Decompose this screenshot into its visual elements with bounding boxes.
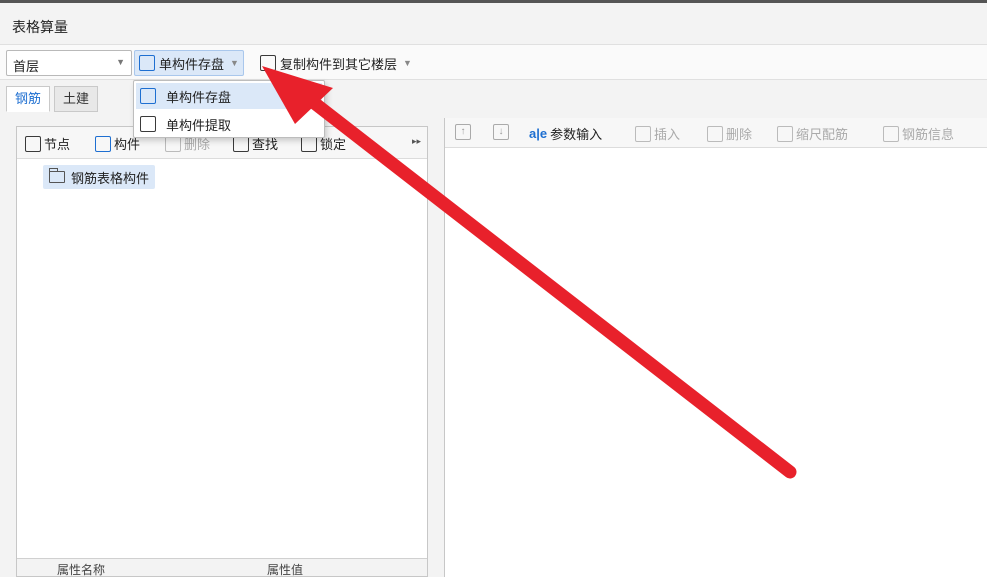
param-input-icon: a|e bbox=[529, 126, 548, 141]
save-single-component-button[interactable]: 单构件存盘 ▼ bbox=[134, 50, 244, 76]
copy-component-to-floor-button[interactable]: 复制构件到其它楼层 ▼ bbox=[256, 50, 416, 76]
title-bar: 表格算量 bbox=[0, 0, 987, 42]
tab-rebar[interactable]: 钢筋 bbox=[6, 86, 51, 112]
rebar-info-icon bbox=[883, 125, 899, 142]
folder-icon bbox=[49, 168, 65, 183]
save-component-icon bbox=[139, 55, 155, 71]
floor-select[interactable]: 首层 ▼ bbox=[6, 50, 132, 76]
property-name-header: 属性名称 bbox=[57, 563, 106, 577]
insert-icon bbox=[635, 125, 651, 142]
rebar-detail-panel: ↑ ↓ a|e 参数输入 插入 删除 缩尺配筋 钢筋信息 bbox=[444, 118, 987, 577]
rebar-info-label: 钢筋信息 bbox=[902, 127, 955, 142]
add-component-icon bbox=[95, 135, 111, 152]
menu-item-save-single-label: 单构件存盘 bbox=[166, 89, 232, 105]
window-title: 表格算量 bbox=[12, 19, 68, 35]
move-up-button[interactable]: ↑ bbox=[455, 124, 471, 140]
scale-rebar-label: 缩尺配筋 bbox=[796, 127, 849, 142]
detail-toolbar: ↑ ↓ a|e 参数输入 插入 删除 缩尺配筋 钢筋信息 bbox=[445, 118, 987, 148]
add-node-icon bbox=[25, 135, 41, 152]
chevron-down-icon[interactable]: ▼ bbox=[230, 58, 239, 68]
delete-row-button[interactable]: 删除 bbox=[707, 124, 752, 143]
property-header: 属性名称 属性值 bbox=[17, 558, 427, 577]
move-down-button[interactable]: ↓ bbox=[493, 124, 509, 140]
param-input-button[interactable]: a|e 参数输入 bbox=[529, 124, 602, 143]
menu-item-extract-single-label: 单构件提取 bbox=[166, 117, 232, 133]
trash-icon bbox=[707, 125, 723, 142]
add-node-label: 节点 bbox=[44, 137, 71, 152]
tab-civil[interactable]: 土建 bbox=[54, 86, 99, 112]
rebar-info-button[interactable]: 钢筋信息 bbox=[883, 124, 954, 143]
floor-select-value: 首层 bbox=[13, 59, 40, 74]
arrow-up-icon: ↑ bbox=[455, 124, 471, 140]
copy-component-to-floor-label: 复制构件到其它楼层 bbox=[280, 56, 398, 72]
tree-item[interactable]: 钢筋表格构件 bbox=[43, 165, 156, 189]
property-value-header: 属性值 bbox=[267, 563, 304, 577]
more-icon[interactable]: ▸▸ bbox=[412, 136, 421, 147]
main-toolbar: 首层 ▼ 单构件存盘 ▼ 复制构件到其它楼层 ▼ bbox=[0, 44, 987, 80]
insert-button[interactable]: 插入 bbox=[635, 124, 680, 143]
menu-item-save-single[interactable]: 单构件存盘 bbox=[136, 83, 322, 109]
delete-row-label: 删除 bbox=[726, 127, 753, 142]
chevron-down-icon[interactable]: ▼ bbox=[403, 58, 412, 68]
save-dropdown-menu: 单构件存盘 单构件提取 bbox=[133, 80, 325, 138]
save-component-icon bbox=[140, 88, 156, 104]
scale-rebar-icon bbox=[777, 125, 793, 142]
insert-label: 插入 bbox=[654, 127, 681, 142]
arrow-down-icon: ↓ bbox=[493, 124, 509, 140]
copy-component-icon bbox=[260, 55, 276, 71]
extract-component-icon bbox=[140, 116, 156, 132]
tree-item-label: 钢筋表格构件 bbox=[71, 170, 150, 186]
chevron-down-icon: ▼ bbox=[116, 57, 125, 67]
menu-item-extract-single[interactable]: 单构件提取 bbox=[136, 111, 322, 137]
param-input-label: 参数输入 bbox=[550, 127, 603, 142]
save-single-component-label: 单构件存盘 bbox=[159, 56, 225, 72]
component-tree-panel: 节点 构件 删除 查找 锁定 ▸▸ 钢筋表格构件 属性名称 属性值 bbox=[16, 126, 428, 577]
add-node-button[interactable]: 节点 bbox=[25, 134, 70, 153]
tab-strip: 钢筋 土建 bbox=[6, 86, 99, 112]
scale-rebar-button[interactable]: 缩尺配筋 bbox=[777, 124, 848, 143]
